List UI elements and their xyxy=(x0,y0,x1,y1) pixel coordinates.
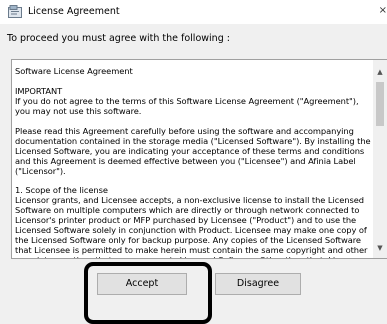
disagree-button[interactable]: Disagree xyxy=(215,273,301,295)
accept-button[interactable]: Accept xyxy=(97,273,187,295)
instruction-text: To proceed you must agree with the follo… xyxy=(7,33,230,44)
license-app-icon xyxy=(8,5,22,18)
license-text: Software License Agreement IMPORTANT If … xyxy=(15,66,371,258)
title-bar: License Agreement × xyxy=(0,0,387,24)
scroll-thumb[interactable] xyxy=(376,82,384,126)
license-text-area[interactable]: Software License Agreement IMPORTANT If … xyxy=(11,59,387,259)
close-icon[interactable]: × xyxy=(373,2,387,20)
vertical-scrollbar[interactable]: ▲ ▼ xyxy=(373,60,387,258)
scroll-down-arrow-icon[interactable]: ▼ xyxy=(373,244,387,254)
window-title: License Agreement xyxy=(28,6,120,17)
scroll-up-arrow-icon[interactable]: ▲ xyxy=(373,68,387,78)
